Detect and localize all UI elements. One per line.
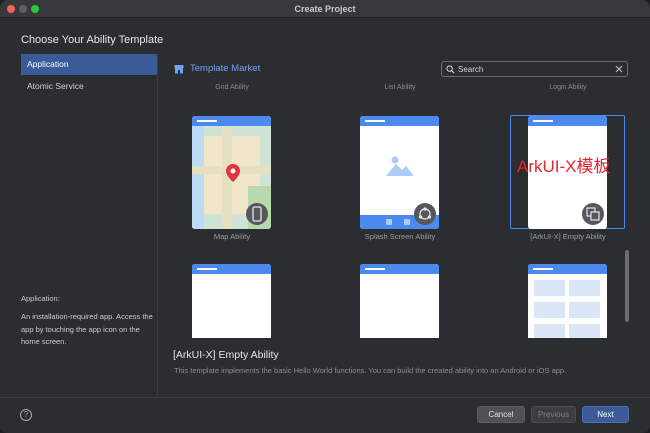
card-header-bar xyxy=(528,116,607,126)
grid-tile xyxy=(569,324,600,338)
grid-tile xyxy=(534,302,565,318)
template-caption-splash: Splash Screen Ability xyxy=(364,232,436,241)
grid-tile xyxy=(569,302,600,318)
template-detail-description: This template implements the basic Hello… xyxy=(174,366,567,375)
category-description-text: An installation-required app. Access the… xyxy=(21,312,153,346)
previous-button[interactable]: Previous xyxy=(531,406,576,423)
card-header-bar xyxy=(192,116,271,126)
template-card-row2-2[interactable] xyxy=(360,264,439,338)
search-box xyxy=(441,61,628,77)
image-placeholder-icon xyxy=(386,156,414,176)
page-title: Choose Your Ability Template xyxy=(21,34,164,46)
title-bar: Create Project xyxy=(0,0,650,18)
card-header-bar xyxy=(360,116,439,126)
search-input[interactable] xyxy=(458,63,608,75)
template-card-row2-3[interactable] xyxy=(528,264,607,338)
card-header-bar xyxy=(360,264,439,274)
template-label-list: List Ability xyxy=(384,84,416,91)
help-button[interactable]: ? xyxy=(20,409,32,421)
clear-search-icon[interactable] xyxy=(614,64,624,74)
template-card-row2-1[interactable] xyxy=(192,264,271,338)
cross-platform-icon xyxy=(582,203,604,225)
grid-tile xyxy=(534,324,565,338)
grid-tile xyxy=(534,280,565,296)
splash-footer-dot xyxy=(404,219,410,225)
template-label-login: Login Ability xyxy=(549,84,587,91)
map-pin-icon xyxy=(226,164,240,182)
grid-tile xyxy=(569,280,600,296)
template-caption-map: Map Ability xyxy=(213,232,251,241)
splash-footer-dot xyxy=(386,219,392,225)
gallery-scrollbar[interactable] xyxy=(625,250,629,322)
create-project-window: Create Project Choose Your Ability Templ… xyxy=(0,0,650,433)
card-header-bar xyxy=(192,264,271,274)
template-detail-title: [ArkUI-X] Empty Ability xyxy=(173,349,279,361)
template-caption-arkui-empty: [ArkUI-X] Empty Ability xyxy=(530,232,606,241)
card-header-bar xyxy=(528,264,607,274)
phone-icon xyxy=(246,203,268,225)
cancel-button[interactable]: Cancel xyxy=(477,406,525,423)
multi-device-icon xyxy=(414,203,436,225)
template-market-link[interactable]: Template Market xyxy=(190,63,260,74)
template-label-grid: Grid Ability xyxy=(215,84,249,91)
window-title: Create Project xyxy=(294,4,356,14)
search-icon xyxy=(446,65,455,74)
sidebar-item-atomic-service[interactable]: Atomic Service xyxy=(21,76,157,97)
category-description-title: Application: xyxy=(21,294,60,303)
arkui-overlay-label: ArkUI-X模板 xyxy=(517,157,611,176)
store-icon xyxy=(174,65,184,74)
next-button[interactable]: Next xyxy=(582,406,629,423)
sidebar-item-application[interactable]: Application xyxy=(21,54,157,75)
